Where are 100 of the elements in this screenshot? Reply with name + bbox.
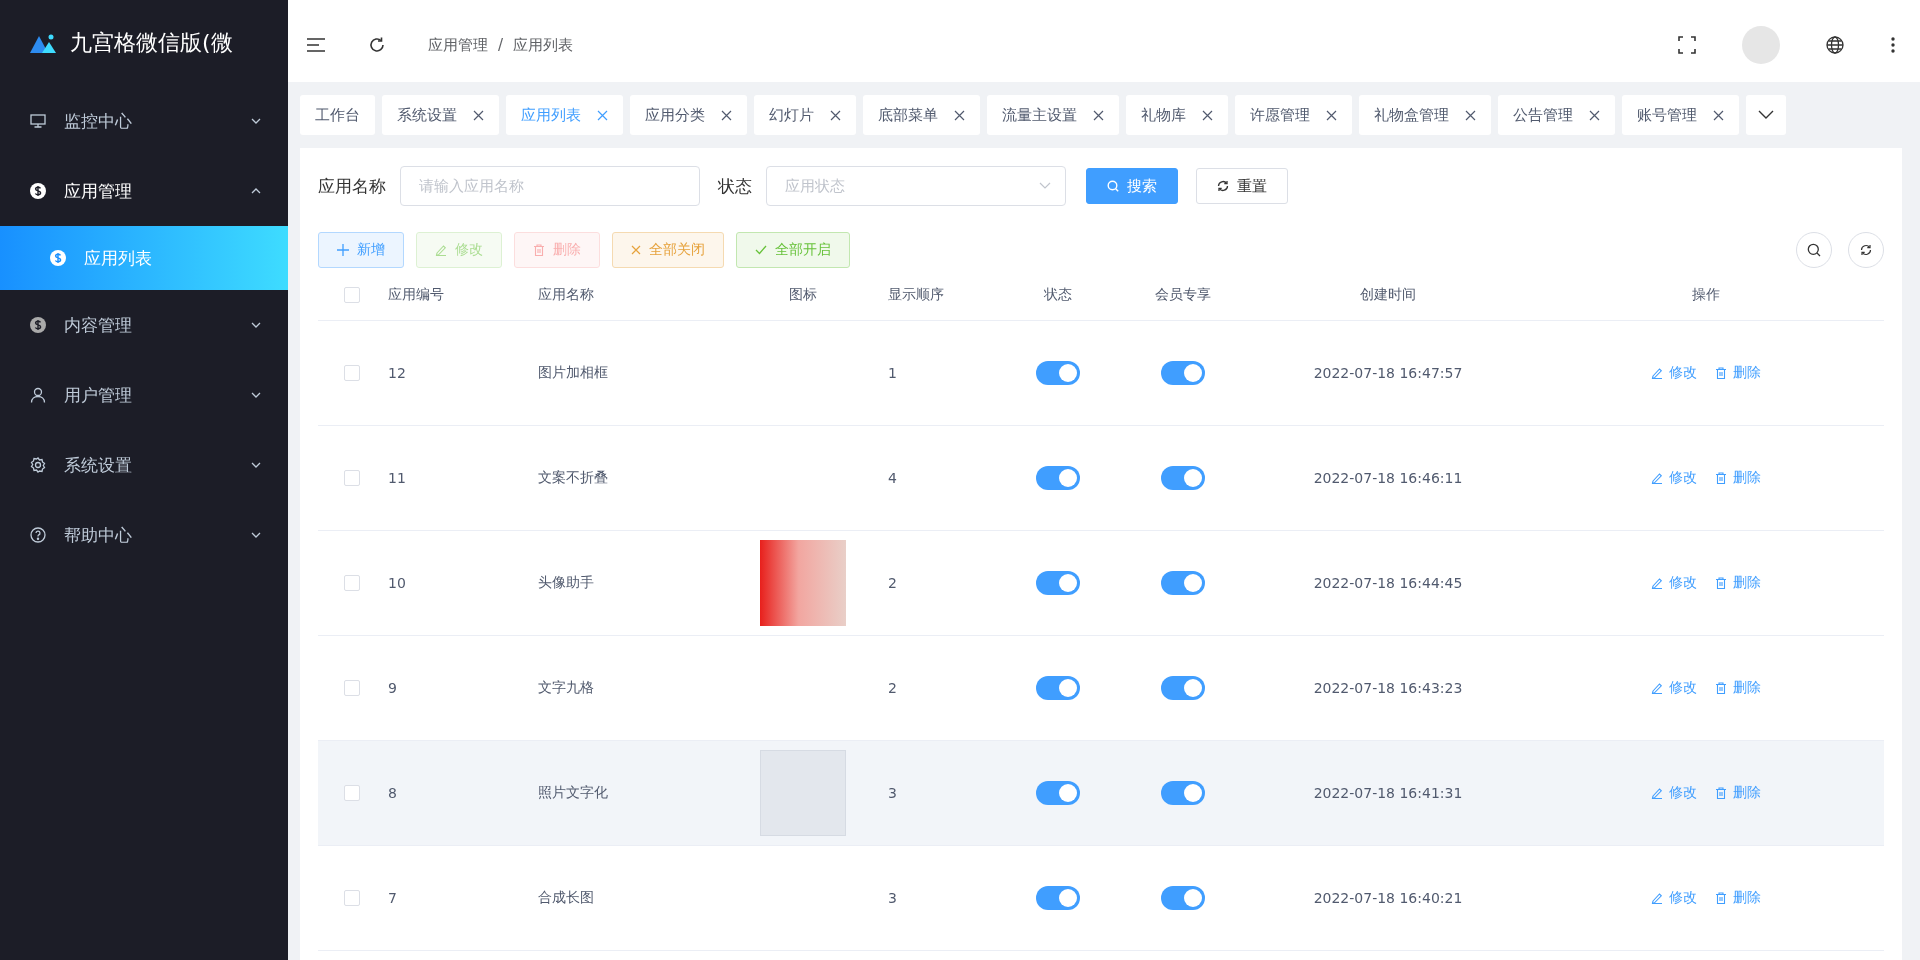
- table-cell-text: 头像助手: [538, 574, 595, 592]
- row-checkbox[interactable]: [344, 470, 360, 486]
- table-cell-text: 2022-07-18 16:44:45: [1312, 575, 1464, 591]
- pencil-icon: [1651, 472, 1663, 484]
- table-cell-text: 11: [388, 470, 407, 486]
- breadcrumb-item[interactable]: 应用列表: [513, 35, 574, 55]
- menu-item[interactable]: 用户管理: [0, 360, 288, 430]
- delete-link[interactable]: 删除: [1715, 679, 1761, 697]
- close-icon[interactable]: [1713, 109, 1724, 121]
- close-icon[interactable]: [1589, 109, 1600, 121]
- close-icon[interactable]: [473, 109, 484, 121]
- more-icon[interactable]: [1890, 36, 1896, 54]
- vip-switch[interactable]: [1161, 571, 1205, 595]
- close-icon[interactable]: [1326, 109, 1337, 121]
- chevron-icon: [1039, 182, 1051, 190]
- globe-icon[interactable]: [1826, 36, 1844, 54]
- submenu-item[interactable]: 应用列表: [0, 226, 288, 290]
- vip-switch[interactable]: [1161, 466, 1205, 490]
- dollar-icon: [30, 317, 46, 333]
- vip-switch[interactable]: [1161, 361, 1205, 385]
- tab[interactable]: 应用分类: [630, 95, 747, 135]
- status-switch[interactable]: [1036, 781, 1080, 805]
- row-checkbox[interactable]: [344, 785, 360, 801]
- delete-link[interactable]: 删除: [1715, 364, 1761, 382]
- table-cell-text: 10: [388, 575, 407, 591]
- close-icon[interactable]: [1202, 109, 1213, 121]
- reset-button[interactable]: 重置: [1196, 168, 1288, 204]
- edit-link[interactable]: 修改: [1651, 574, 1697, 592]
- edit-link[interactable]: 修改: [1651, 784, 1697, 802]
- edit-link[interactable]: 修改: [1651, 679, 1697, 697]
- dollar-icon: [50, 250, 66, 266]
- trash-icon: [1715, 577, 1727, 589]
- close-icon[interactable]: [721, 109, 732, 121]
- action-button[interactable]: 全部关闭: [612, 232, 724, 268]
- action-button[interactable]: 全部开启: [736, 232, 850, 268]
- table-cell-text: 文案不折叠: [538, 469, 609, 487]
- delete-link[interactable]: 删除: [1715, 469, 1761, 487]
- edit-link[interactable]: 修改: [1651, 889, 1697, 907]
- vip-switch[interactable]: [1161, 886, 1205, 910]
- pencil-icon: [1651, 682, 1663, 694]
- row-checkbox[interactable]: [344, 680, 360, 696]
- tab[interactable]: 工作台: [300, 95, 375, 135]
- status-select[interactable]: 应用状态: [766, 166, 1066, 206]
- tab[interactable]: 公告管理: [1498, 95, 1615, 135]
- vip-switch[interactable]: [1161, 676, 1205, 700]
- tabs-dropdown-button[interactable]: [1746, 95, 1786, 135]
- select-all-checkbox[interactable]: [344, 287, 360, 303]
- status-switch[interactable]: [1036, 466, 1080, 490]
- tab[interactable]: 系统设置: [382, 95, 499, 135]
- fullscreen-icon[interactable]: [1678, 36, 1696, 54]
- close-icon[interactable]: [830, 109, 841, 121]
- column-header: 应用编号: [388, 286, 445, 304]
- refresh-icon: [1217, 180, 1229, 192]
- dollar-icon: [30, 183, 46, 199]
- close-icon[interactable]: [1093, 109, 1104, 121]
- refresh-icon[interactable]: [368, 36, 386, 54]
- edit-link[interactable]: 修改: [1651, 364, 1697, 382]
- app-name-input[interactable]: 请输入应用名称: [400, 166, 700, 206]
- tab[interactable]: 账号管理: [1622, 95, 1739, 135]
- table-cell-text: 2022-07-18 16:46:11: [1312, 470, 1464, 486]
- status-switch[interactable]: [1036, 676, 1080, 700]
- tab[interactable]: 底部菜单: [863, 95, 980, 135]
- tab[interactable]: 许愿管理: [1235, 95, 1352, 135]
- table-cell-text: 3: [888, 890, 898, 906]
- delete-link[interactable]: 删除: [1715, 574, 1761, 592]
- tab[interactable]: 应用列表: [506, 95, 623, 135]
- status-switch[interactable]: [1036, 571, 1080, 595]
- trash-icon: [1715, 682, 1727, 694]
- search-button[interactable]: 搜索: [1086, 168, 1178, 204]
- row-checkbox[interactable]: [344, 575, 360, 591]
- column-header: 会员专享: [1154, 286, 1212, 304]
- menu-item[interactable]: 应用管理: [0, 156, 288, 226]
- tab[interactable]: 礼物盒管理: [1359, 95, 1491, 135]
- mountain-logo-icon: [30, 33, 56, 53]
- menu-item[interactable]: 系统设置: [0, 430, 288, 500]
- menu-item[interactable]: 帮助中心: [0, 500, 288, 570]
- delete-link[interactable]: 删除: [1715, 889, 1761, 907]
- menu-icon[interactable]: [306, 37, 326, 53]
- tab[interactable]: 礼物库: [1126, 95, 1228, 135]
- status-switch[interactable]: [1036, 886, 1080, 910]
- menu-item[interactable]: 监控中心: [0, 86, 288, 156]
- delete-link[interactable]: 删除: [1715, 784, 1761, 802]
- menu-item[interactable]: 内容管理: [0, 290, 288, 360]
- breadcrumb-item[interactable]: 应用管理: [428, 35, 488, 55]
- table-cell-text: 图片加相框: [538, 364, 609, 382]
- status-switch[interactable]: [1036, 361, 1080, 385]
- user-icon: [30, 387, 46, 403]
- table-cell-text: 2022-07-18 16:41:31: [1312, 785, 1464, 801]
- edit-link[interactable]: 修改: [1651, 469, 1697, 487]
- row-checkbox[interactable]: [344, 365, 360, 381]
- filter-label: 应用名称: [318, 174, 386, 198]
- tab[interactable]: 流量主设置: [987, 95, 1119, 135]
- table-cell-text: 7: [388, 890, 398, 906]
- vip-switch[interactable]: [1161, 781, 1205, 805]
- tab[interactable]: 幻灯片: [754, 95, 856, 135]
- close-icon[interactable]: [954, 109, 965, 121]
- action-button[interactable]: 新增: [318, 232, 404, 268]
- row-checkbox[interactable]: [344, 890, 360, 906]
- close-icon[interactable]: [1465, 109, 1476, 121]
- table-cell-text: 2: [888, 575, 898, 591]
